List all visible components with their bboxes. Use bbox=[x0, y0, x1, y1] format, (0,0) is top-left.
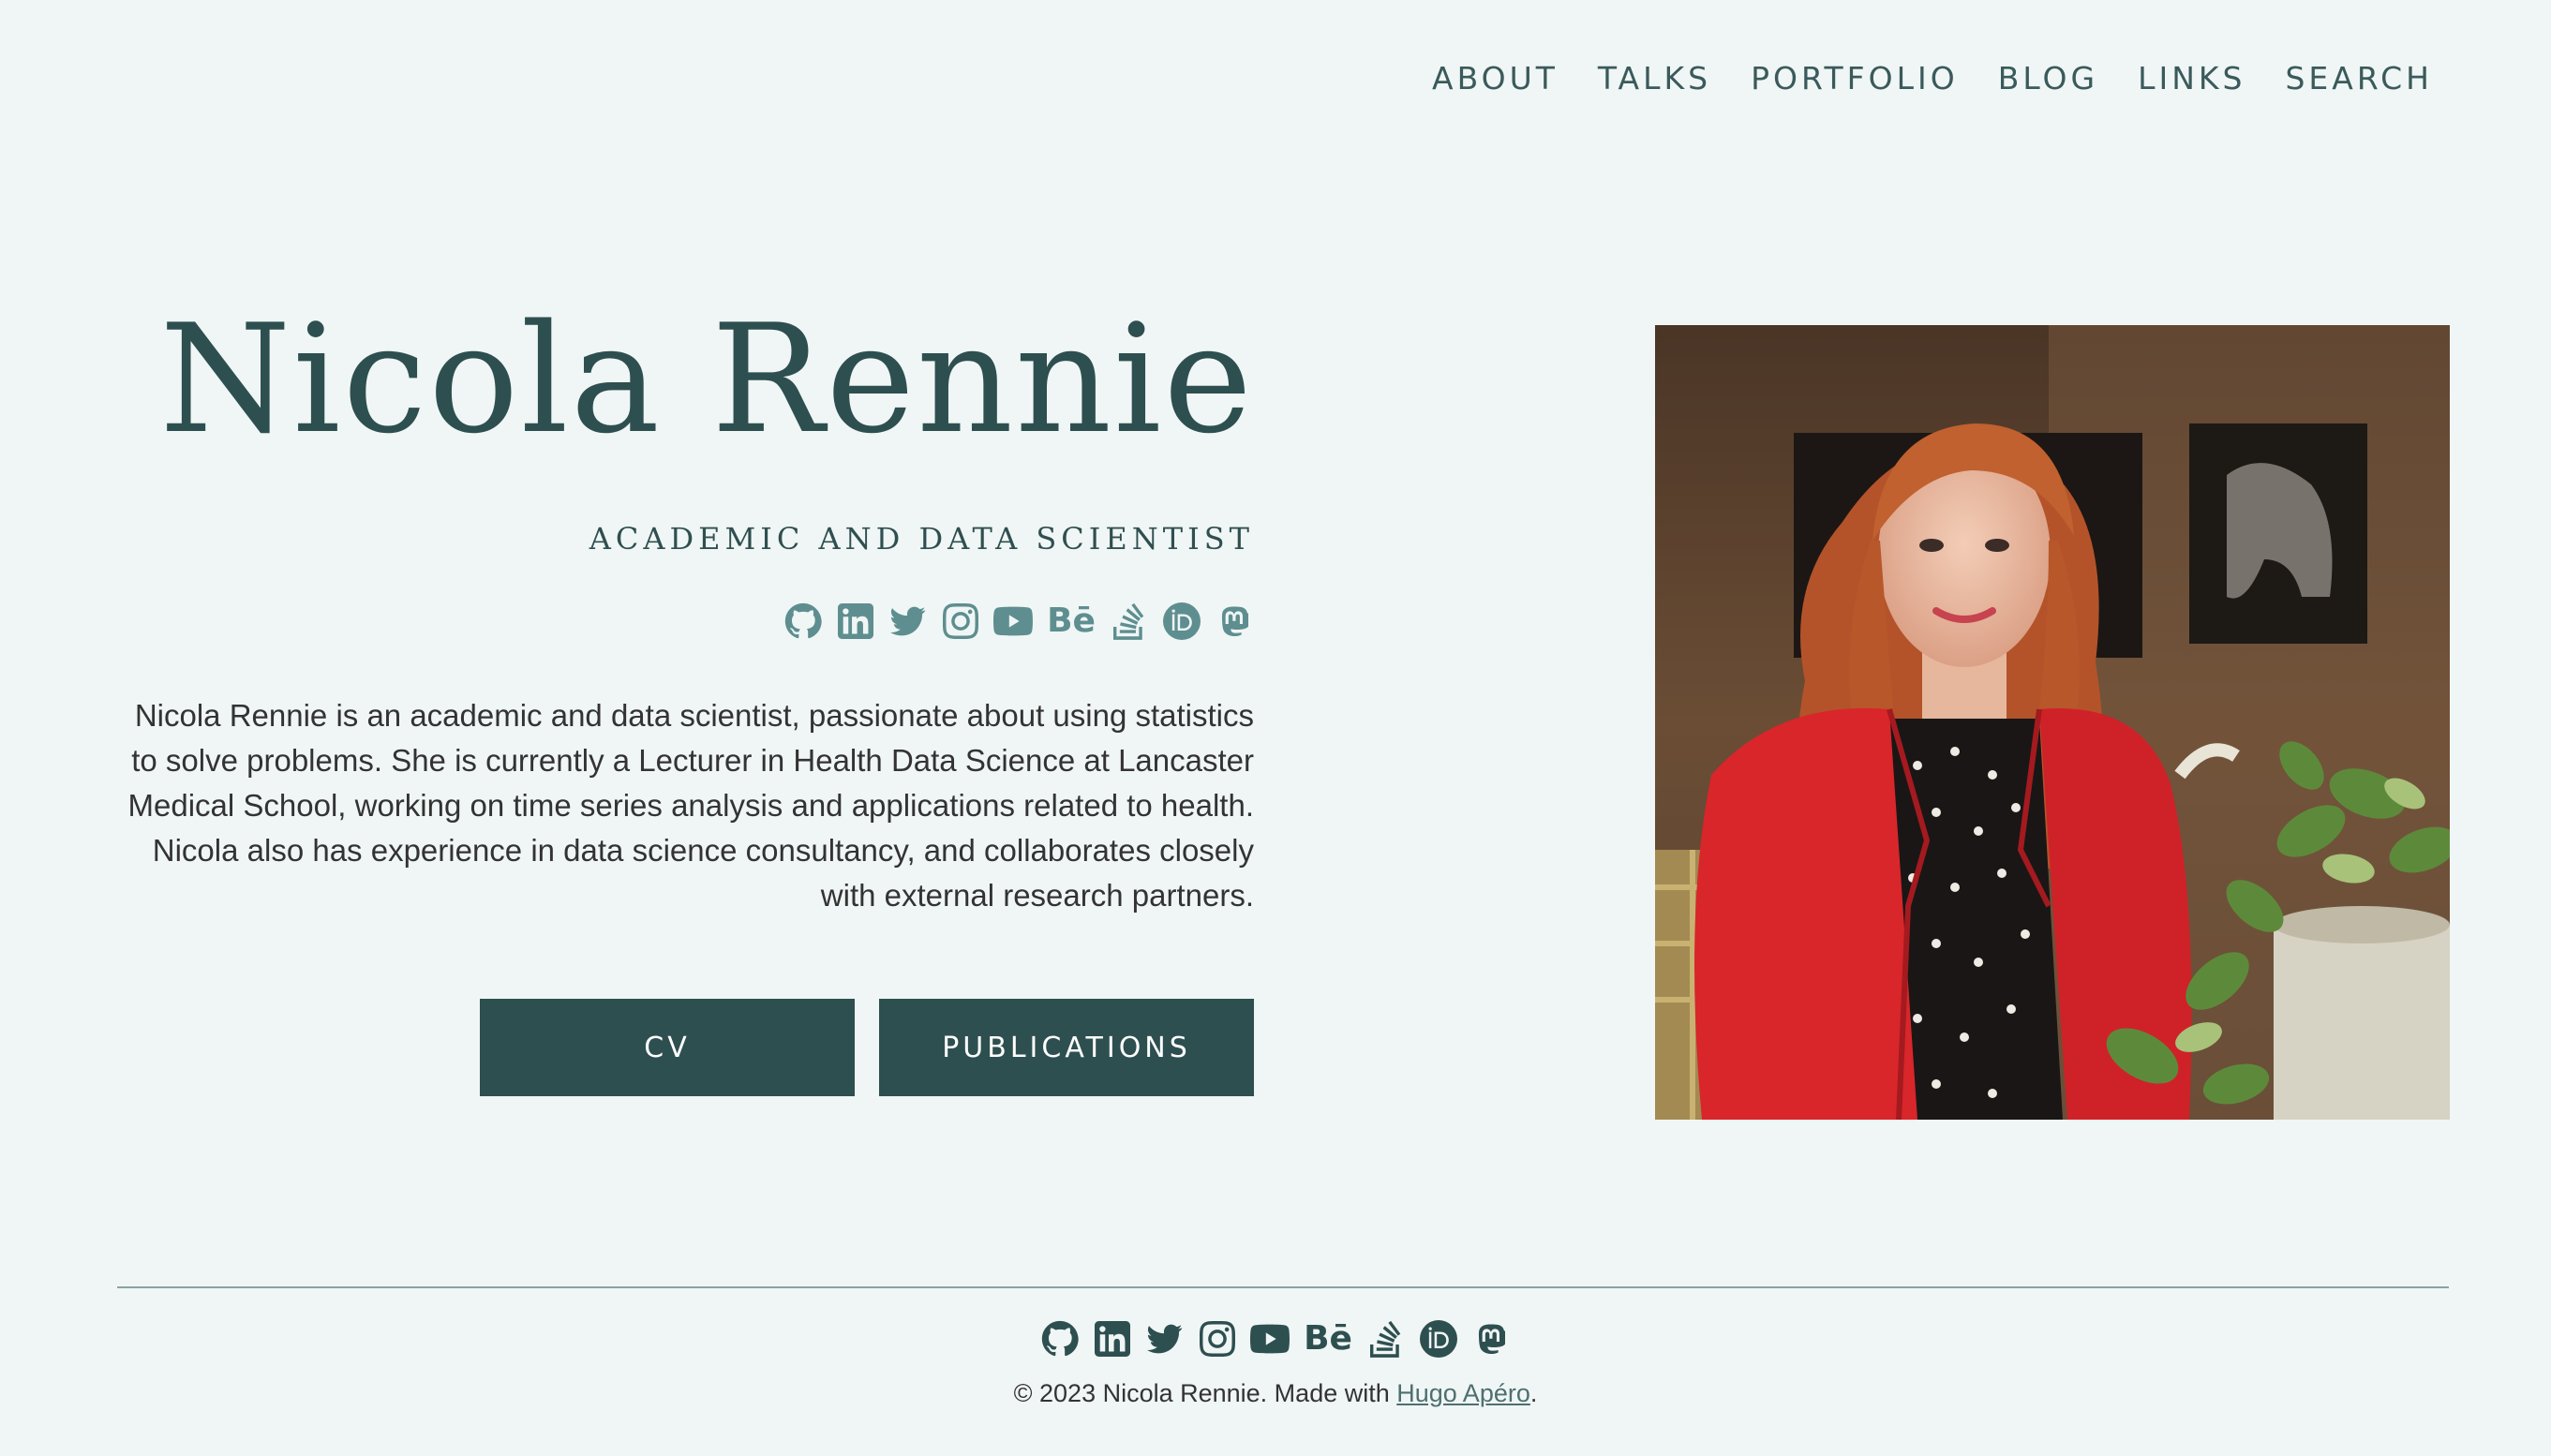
stackoverflow-icon[interactable] bbox=[1366, 1319, 1406, 1359]
nav-item-search[interactable]: SEARCH bbox=[2285, 60, 2433, 97]
youtube-icon[interactable] bbox=[993, 602, 1033, 641]
twitter-icon[interactable] bbox=[1145, 1319, 1185, 1359]
behance-icon[interactable]: Bē bbox=[1303, 1319, 1353, 1359]
nav-item-links[interactable]: LINKS bbox=[2138, 60, 2245, 97]
footer-copyright: © 2023 Nicola Rennie. Made with Hugo Apé… bbox=[0, 1379, 2551, 1408]
github-icon[interactable] bbox=[1040, 1319, 1080, 1359]
instagram-icon[interactable] bbox=[1198, 1319, 1237, 1359]
stackoverflow-icon[interactable] bbox=[1110, 602, 1149, 641]
nav-item-portfolio[interactable]: PORTFOLIO bbox=[1751, 60, 1959, 97]
hero-section: Nicola Rennie ACADEMIC AND DATA SCIENTIS… bbox=[112, 300, 1254, 1096]
hero-bio: Nicola Rennie is an academic and data sc… bbox=[127, 698, 1255, 913]
footer-social-links: Bē bbox=[0, 1319, 2551, 1359]
youtube-icon[interactable] bbox=[1250, 1319, 1290, 1359]
twitter-icon[interactable] bbox=[888, 602, 928, 641]
hero-subtitle: ACADEMIC AND DATA SCIENTIST bbox=[589, 521, 1254, 557]
hugo-apero-link[interactable]: Hugo Apéro bbox=[1396, 1379, 1530, 1407]
nav-item-blog[interactable]: BLOG bbox=[1998, 60, 2098, 97]
mastodon-icon[interactable] bbox=[1215, 602, 1254, 641]
hero-buttons: CV PUBLICATIONS bbox=[112, 999, 1254, 1096]
main-nav: ABOUT TALKS PORTFOLIO BLOG LINKS SEARCH bbox=[1432, 60, 2433, 97]
orcid-icon[interactable] bbox=[1419, 1319, 1458, 1359]
copyright-text: © 2023 Nicola Rennie. Made with bbox=[1013, 1379, 1397, 1407]
instagram-icon[interactable] bbox=[941, 602, 980, 641]
page-title: Nicola Rennie bbox=[159, 291, 1254, 467]
copyright-suffix: . bbox=[1529, 1379, 1538, 1407]
github-icon[interactable] bbox=[783, 602, 823, 641]
hero-social-links: Bē bbox=[112, 602, 1254, 641]
nav-item-talks[interactable]: TALKS bbox=[1598, 60, 1711, 97]
mastodon-icon[interactable] bbox=[1471, 1319, 1511, 1359]
linkedin-icon[interactable] bbox=[1093, 1319, 1132, 1359]
orcid-icon[interactable] bbox=[1162, 602, 1201, 641]
publications-button[interactable]: PUBLICATIONS bbox=[879, 999, 1254, 1096]
cv-button[interactable]: CV bbox=[480, 999, 855, 1096]
nav-item-about[interactable]: ABOUT bbox=[1432, 60, 1559, 97]
profile-photo bbox=[1655, 325, 2450, 1120]
linkedin-icon[interactable] bbox=[836, 602, 875, 641]
footer-divider bbox=[117, 1286, 2449, 1288]
behance-icon[interactable]: Bē bbox=[1046, 602, 1096, 641]
